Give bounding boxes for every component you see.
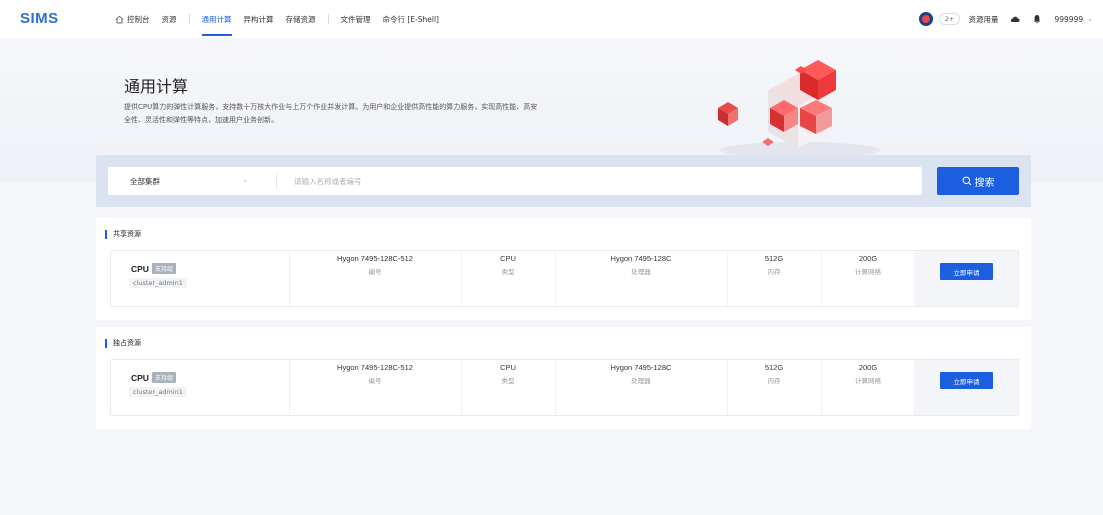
apply-button[interactable]: 立即申请 — [940, 372, 993, 389]
nav-item-label: 文件管理 — [340, 14, 371, 24]
resource-usage-link[interactable]: 资源用量 — [968, 14, 998, 25]
chevron-down-icon: ⌄ — [242, 176, 248, 184]
nav-item-label: 命令行 [E-Shell] — [382, 14, 439, 24]
resource-kind-label: 类型 — [501, 268, 515, 276]
notification-count-badge[interactable]: 2+ — [938, 13, 961, 25]
chevron-down-icon: ⌄ — [1087, 15, 1093, 23]
resource-network-label: 计算网络 — [855, 377, 881, 385]
resource-kind-value: CPU — [500, 363, 516, 372]
header-tools: 2+ 资源用量 999999 ⌄ — [918, 0, 1093, 38]
resource-type: CPU — [131, 372, 149, 383]
resource-name: CPU 支持组 — [131, 263, 176, 274]
cluster-select-value: 全部集群 — [130, 176, 160, 186]
nav-item-label: 控制台 — [127, 14, 150, 24]
resource-cluster: cluster_admin1 — [129, 278, 187, 288]
resource-kind-column: CPU 类型 — [461, 360, 555, 417]
resource-kind-label: 类型 — [501, 377, 515, 385]
cluster-select[interactable]: 全部集群 ⌄ — [108, 167, 264, 195]
resource-name: CPU 支持组 — [131, 372, 176, 383]
resource-memory-column: 512G 内存 — [727, 360, 821, 417]
search-button[interactable]: 搜索 — [937, 167, 1019, 195]
resource-row: CPU 支持组 cluster_admin1 Hygon 7495-128C-5… — [110, 250, 1019, 308]
description-line: 全性、灵活性和弹性等特点，加速用户业务创新。 — [124, 116, 278, 124]
resource-network-label: 计算网络 — [855, 268, 881, 276]
user-menu[interactable]: 999999 ⌄ — [1054, 15, 1093, 24]
exclusive-resources-card: 独占资源 CPU 支持组 cluster_admin1 Hygon 7495-1… — [96, 327, 1031, 429]
resource-code-label: 编号 — [368, 268, 382, 276]
nav-divider — [327, 14, 329, 24]
nav-item-file-manager[interactable]: 文件管理 — [341, 0, 371, 38]
resource-cpu-label: 处理器 — [631, 377, 651, 385]
resource-cpu-column: Hygon 7495-128C 处理器 — [555, 251, 727, 308]
resource-tag: 支持组 — [151, 372, 176, 383]
nav-item-label: 资源 — [161, 14, 177, 24]
resource-tag: 支持组 — [151, 263, 176, 274]
search-divider — [276, 173, 277, 189]
apply-button[interactable]: 立即申请 — [940, 263, 993, 280]
search-button-label: 搜索 — [974, 177, 995, 189]
bell-icon[interactable] — [1032, 14, 1042, 24]
resource-network-value: 200G — [858, 254, 878, 263]
nav-item-hetero-compute[interactable]: 异构计算 — [244, 0, 274, 38]
resource-cluster: cluster_admin1 — [129, 387, 187, 397]
search-panel: 全部集群 ⌄ 搜索 — [96, 155, 1031, 207]
resource-memory-label: 内存 — [767, 377, 781, 385]
search-input[interactable] — [294, 171, 894, 191]
nav-item-resources[interactable]: 资源 — [162, 0, 177, 38]
resource-row: CPU 支持组 cluster_admin1 Hygon 7495-128C-5… — [110, 359, 1019, 417]
resource-cpu-column: Hygon 7495-128C 处理器 — [555, 360, 727, 417]
resource-kind-column: CPU 类型 — [461, 251, 555, 308]
avatar[interactable] — [918, 12, 933, 26]
nav-item-general-compute[interactable]: 通用计算 — [201, 0, 232, 38]
cube-illustration — [718, 60, 880, 158]
top-navbar: SIMS 控制台 资源 通用计算 异构计算 存储资源 文件管理 命令行 [E-S… — [0, 0, 1103, 38]
section-title: 独占资源 — [105, 339, 141, 348]
shared-resources-card: 共享资源 CPU 支持组 cluster_admin1 Hygon 7495-1… — [96, 218, 1031, 320]
resource-network-value: 200G — [858, 363, 878, 372]
resource-memory-column: 512G 内存 — [727, 251, 821, 308]
apply-area: 立即申请 — [914, 360, 1018, 415]
resource-code-value: Hygon 7495-128C-512 — [337, 254, 413, 263]
resource-type: CPU — [131, 263, 149, 274]
search-icon — [962, 176, 971, 186]
nav-item-eshell[interactable]: 命令行 [E-Shell] — [383, 0, 439, 38]
cloud-icon[interactable] — [1010, 14, 1020, 24]
search-bar: 全部集群 ⌄ — [108, 167, 922, 195]
section-title: 共享资源 — [105, 230, 141, 239]
resource-kind-value: CPU — [500, 254, 516, 263]
resource-network-column: 200G 计算网络 — [821, 360, 915, 417]
nav-item-storage[interactable]: 存储资源 — [286, 0, 316, 38]
nav-item-label: 异构计算 — [243, 14, 274, 24]
nav-item-label: 通用计算 — [201, 14, 232, 24]
nav-item-console[interactable]: 控制台 — [115, 0, 150, 38]
resource-code-label: 编号 — [368, 377, 382, 385]
resource-cpu-value: Hygon 7495-128C — [610, 363, 672, 372]
resource-code-column: Hygon 7495-128C-512 编号 — [289, 251, 461, 308]
main-nav: 控制台 资源 通用计算 异构计算 存储资源 文件管理 命令行 [E-Shell] — [115, 0, 451, 38]
apply-area: 立即申请 — [914, 251, 1018, 306]
page-description: 提供CPU算力的弹性计算服务，支持数十万核大作业与上万个作业并发计算。为用户和企… — [124, 101, 624, 127]
nav-divider — [188, 14, 190, 24]
resource-code-column: Hygon 7495-128C-512 编号 — [289, 360, 461, 417]
resource-cpu-value: Hygon 7495-128C — [610, 254, 672, 263]
page-title: 通用计算 — [124, 77, 189, 96]
username: 999999 — [1054, 14, 1084, 24]
home-icon — [115, 15, 124, 23]
resource-network-column: 200G 计算网络 — [821, 251, 915, 308]
app-logo[interactable]: SIMS — [20, 10, 59, 27]
resource-memory-value: 512G — [764, 363, 784, 372]
description-line: 提供CPU算力的弹性计算服务，支持数十万核大作业与上万个作业并发计算。为用户和企… — [124, 103, 538, 111]
resource-memory-value: 512G — [764, 254, 784, 263]
resource-memory-label: 内存 — [767, 268, 781, 276]
resource-cpu-label: 处理器 — [631, 268, 651, 276]
nav-item-label: 存储资源 — [285, 14, 316, 24]
resource-code-value: Hygon 7495-128C-512 — [337, 363, 413, 372]
